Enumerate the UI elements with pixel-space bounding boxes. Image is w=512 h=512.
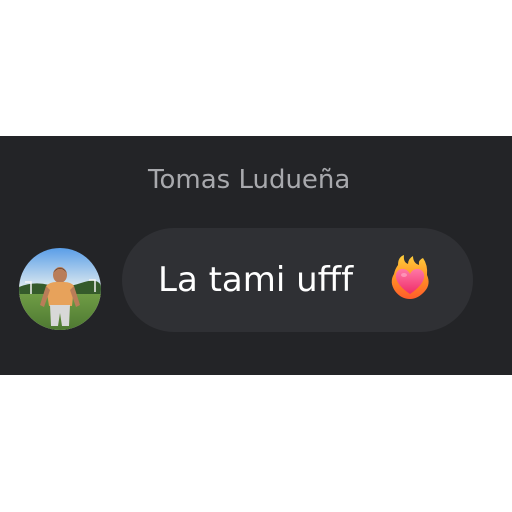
message-text: La tami ufff (158, 260, 354, 300)
heart-on-fire-icon (388, 255, 432, 301)
screenshot-canvas: Tomas Ludueña La tami ufff (0, 0, 512, 512)
avatar[interactable] (19, 248, 101, 330)
message-bubble[interactable]: La tami ufff (122, 228, 473, 332)
sender-name: Tomas Ludueña (148, 165, 351, 195)
message-row: La tami ufff (0, 228, 512, 332)
avatar-photo (19, 248, 101, 330)
